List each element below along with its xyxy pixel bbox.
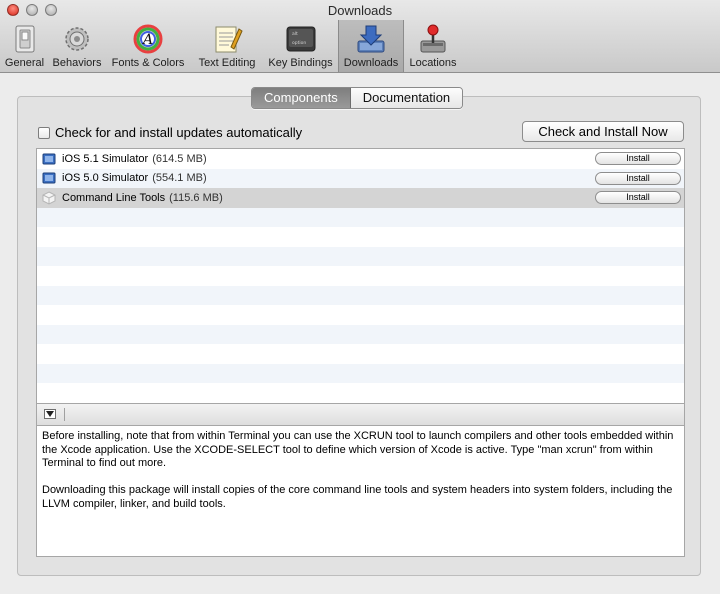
toolbar-item-general[interactable]: General <box>0 20 49 72</box>
details-header <box>36 404 685 426</box>
description-paragraph: Before installing, note that from within… <box>42 430 674 469</box>
component-name: iOS 5.1 Simulator <box>62 152 149 165</box>
toolbar-label: Fonts & Colors <box>111 57 185 69</box>
ios-simulator-icon <box>42 172 56 184</box>
toolbar-item-behaviors[interactable]: Behaviors <box>49 20 105 72</box>
toolbar-label: General <box>4 57 45 69</box>
description-paragraph: Downloading this package will install co… <box>42 484 673 510</box>
check-and-install-button[interactable]: Check and Install Now <box>522 121 684 142</box>
table-row[interactable]: iOS 5.1 Simulator (614.5 MB) Install <box>37 149 684 169</box>
key-bindings-icon: alt option <box>286 26 315 52</box>
table-row[interactable]: Command Line Tools (115.6 MB) Install <box>37 188 684 208</box>
toolbar-label: Behaviors <box>52 57 102 69</box>
triangle-down-icon <box>46 411 54 417</box>
empty-row <box>37 383 684 403</box>
empty-row <box>37 207 684 227</box>
tab-components[interactable]: Components <box>252 88 351 108</box>
empty-row <box>37 266 684 286</box>
empty-row <box>37 227 684 247</box>
empty-row <box>37 305 684 325</box>
preferences-toolbar: General Behaviors A Fonts & Colors Text … <box>0 20 462 72</box>
toolbar-item-key-bindings[interactable]: alt option Key Bindings <box>263 20 338 72</box>
downloads-icon <box>357 25 385 53</box>
component-size: (554.1 MB) <box>152 172 207 185</box>
auto-update-label: Check for and install updates automatica… <box>55 125 303 140</box>
toolbar-label: Key Bindings <box>268 57 333 69</box>
ios-simulator-icon <box>42 153 56 165</box>
toolbar-item-text-editing[interactable]: Text Editing <box>191 20 263 72</box>
empty-row <box>37 363 684 383</box>
component-size: (614.5 MB) <box>152 152 207 165</box>
empty-row <box>37 246 684 266</box>
component-description: Before installing, note that from within… <box>36 426 685 557</box>
svg-text:A: A <box>141 32 153 48</box>
tab-switcher: Components Documentation <box>251 87 464 109</box>
svg-text:alt: alt <box>292 31 298 37</box>
locations-joystick-icon <box>420 24 446 53</box>
tab-documentation[interactable]: Documentation <box>350 88 463 108</box>
title-bar: Downloads General Behaviors A Fonts & Co… <box>0 0 720 73</box>
window-title: Downloads <box>327 3 393 18</box>
divider <box>64 408 65 421</box>
install-button[interactable]: Install <box>595 152 681 165</box>
text-editing-icon <box>215 26 243 53</box>
general-switch-icon <box>15 25 34 53</box>
toolbar-label: Locations <box>409 57 457 69</box>
toolbar-item-locations[interactable]: Locations <box>404 20 462 72</box>
toolbar-label: Text Editing <box>198 57 256 69</box>
install-button[interactable]: Install <box>595 171 681 185</box>
package-icon <box>42 191 56 205</box>
empty-row <box>37 324 684 344</box>
empty-row <box>37 285 684 305</box>
svg-text:option: option <box>292 40 306 46</box>
behaviors-gears-icon <box>65 27 89 51</box>
toolbar-item-downloads[interactable]: Downloads <box>338 20 404 72</box>
component-size: (115.6 MB) <box>169 191 223 204</box>
preferences-window: Downloads General Behaviors A Fonts & Co… <box>0 0 720 594</box>
auto-update-checkbox[interactable] <box>38 126 50 139</box>
empty-row <box>37 344 684 364</box>
component-name: Command Line Tools <box>62 191 166 204</box>
fonts-colors-icon: A <box>133 24 163 54</box>
table-row[interactable]: iOS 5.0 Simulator (554.1 MB) Install <box>37 168 684 188</box>
toolbar-item-fonts-colors[interactable]: A Fonts & Colors <box>105 20 191 72</box>
details-toggle-button[interactable] <box>44 409 56 419</box>
toolbar-label: Downloads <box>343 57 399 69</box>
auto-update-option[interactable]: Check for and install updates automatica… <box>38 125 302 140</box>
install-button[interactable]: Install <box>595 191 681 204</box>
components-list[interactable]: iOS 5.1 Simulator (614.5 MB) Install iOS… <box>36 148 685 404</box>
component-name: iOS 5.0 Simulator <box>62 172 149 185</box>
